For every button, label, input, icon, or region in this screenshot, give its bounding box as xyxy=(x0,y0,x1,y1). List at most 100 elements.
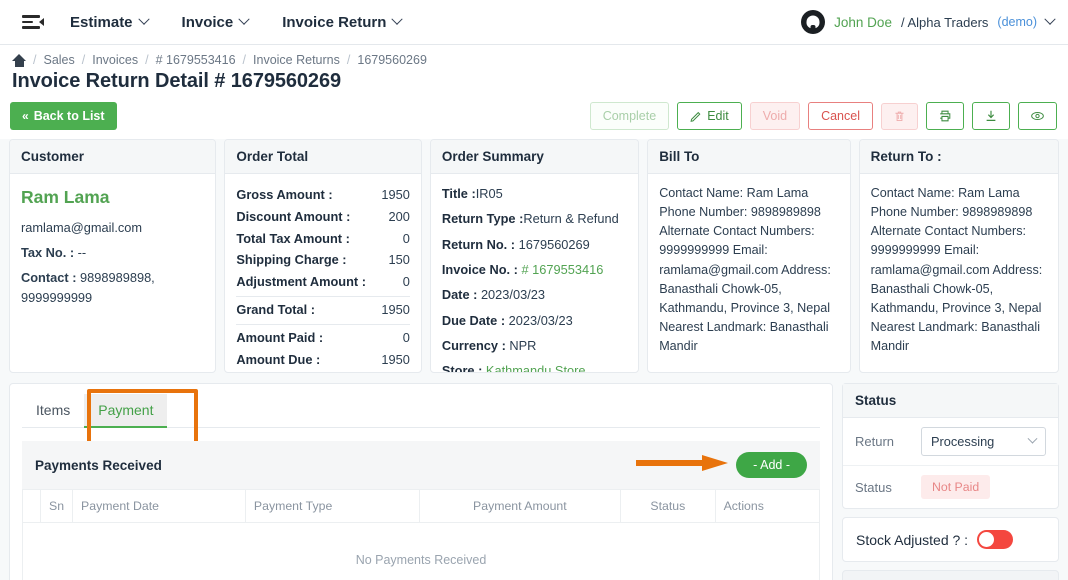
order-summary-card: Order Summary Title :IR05 Return Type :R… xyxy=(429,139,640,373)
chevron-down-icon xyxy=(1027,433,1038,444)
user-menu[interactable]: John Doe / Alpha Traders (demo) xyxy=(801,10,1056,34)
payments-received-title: Payments Received xyxy=(35,457,162,473)
summary-return-no-value: 1679560269 xyxy=(518,236,590,252)
grand-total-label: Grand Total : xyxy=(236,302,316,318)
action-buttons-group: Complete Edit Void Cancel xyxy=(589,102,1057,130)
status-card: Status Return Processing Status Not Paid xyxy=(842,383,1059,509)
nav-menu: Estimate Invoice Invoice Return xyxy=(70,13,404,31)
summary-currency-label: Currency : xyxy=(441,337,510,353)
home-icon[interactable] xyxy=(12,53,26,67)
breadcrumb-separator: / xyxy=(81,53,86,67)
tab-items[interactable]: Items xyxy=(22,394,84,428)
customer-email: ramlama@gmail.com xyxy=(21,220,143,236)
summary-return-type-row: Return Type :Return & Refund xyxy=(442,209,627,229)
customer-contact-label: Contact : xyxy=(21,269,81,285)
page-title: Invoice Return Detail # 1679560269 xyxy=(0,67,1068,102)
cancel-label: Cancel xyxy=(821,109,860,123)
column-payment-amount: Payment Amount xyxy=(418,489,622,523)
summary-store-link[interactable]: Kathmandu Store xyxy=(486,363,586,372)
menu-fold-icon[interactable] xyxy=(22,11,44,33)
customer-contact: Contact : 9898989898, 9999999999 xyxy=(21,268,204,308)
top-navigation-bar: Estimate Invoice Invoice Return John Doe… xyxy=(0,0,1068,45)
column-status: Status xyxy=(620,489,716,523)
breadcrumb-item-invoice-number[interactable]: # 1679553416 xyxy=(156,53,236,67)
status-card-heading: Status xyxy=(843,384,1058,418)
delete-button[interactable] xyxy=(881,102,918,130)
breadcrumb-separator: / xyxy=(242,53,247,67)
add-payment-label: - Add - xyxy=(753,458,790,472)
adjustment-amount-value: 0 xyxy=(402,274,410,290)
summary-due-date-value: 2023/03/23 xyxy=(508,312,573,328)
chevron-down-icon xyxy=(238,13,250,25)
organization-name: / Alpha Traders xyxy=(900,14,989,30)
download-button[interactable] xyxy=(972,102,1010,130)
bill-to-body: Contact Name: Ram Lama Phone Number: 989… xyxy=(648,174,849,372)
back-to-list-label: Back to List xyxy=(33,109,105,123)
summary-store-label: Store : xyxy=(441,363,486,373)
return-status-row: Return Processing xyxy=(843,418,1058,466)
stock-adjusted-toggle[interactable] xyxy=(977,530,1014,549)
action-bar: « Back to List Complete Edit Void Cancel xyxy=(0,102,1068,139)
summary-cards-row: Customer Ram Lama ramlama@gmail.com Tax … xyxy=(0,139,1068,373)
github-avatar-icon xyxy=(801,10,826,34)
amount-paid-value: 0 xyxy=(402,329,410,345)
tab-bar: Items Payment xyxy=(22,389,820,445)
print-icon xyxy=(940,110,951,122)
status-badge: Not Paid xyxy=(921,475,991,499)
summary-invoice-no-label: Invoice No. : xyxy=(441,261,522,277)
gross-amount-label: Gross Amount : xyxy=(236,187,333,202)
return-status-value: Processing xyxy=(931,434,995,449)
payments-received-header: Payments Received - Add - xyxy=(22,441,820,489)
summary-invoice-no-link[interactable]: # 1679553416 xyxy=(521,262,603,277)
grand-total-value: 1950 xyxy=(381,302,410,318)
add-payment-button[interactable]: - Add - xyxy=(736,452,807,478)
void-button[interactable]: Void xyxy=(749,102,801,130)
amount-due-label: Amount Due : xyxy=(236,351,321,367)
cancel-button[interactable]: Cancel xyxy=(808,102,873,130)
tab-payment[interactable]: Payment xyxy=(84,394,168,428)
chevron-down-icon xyxy=(1044,13,1056,25)
print-button[interactable] xyxy=(926,102,964,130)
breadcrumb: / Sales / Invoices / # 1679553416 / Invo… xyxy=(12,53,1054,67)
summary-currency-value: NPR xyxy=(509,337,537,353)
sidebar-next-panel xyxy=(842,570,1059,580)
summary-date-value: 2023/03/23 xyxy=(480,287,545,303)
table-row: Gross Amount : 1950 xyxy=(236,184,409,206)
table-row: Shipping Charge : 150 xyxy=(236,249,409,271)
bill-to-card: Bill To Contact Name: Ram Lama Phone Num… xyxy=(647,139,851,373)
nav-item-estimate[interactable]: Estimate xyxy=(70,14,150,31)
nav-item-invoice-return[interactable]: Invoice Return xyxy=(282,14,404,31)
void-label: Void xyxy=(762,109,788,123)
breadcrumb-item-invoice-returns[interactable]: Invoice Returns xyxy=(253,53,340,67)
bill-to-heading: Bill To xyxy=(648,140,850,174)
back-to-list-button[interactable]: « Back to List xyxy=(10,102,117,130)
nav-item-invoice[interactable]: Invoice xyxy=(181,13,250,31)
table-row: Grand Total : 1950 xyxy=(236,296,410,321)
discount-amount-label: Discount Amount : xyxy=(236,208,351,224)
adjustment-amount-label: Adjustment Amount : xyxy=(236,274,366,290)
summary-due-date-label: Due Date : xyxy=(441,312,509,328)
customer-name: Ram Lama xyxy=(21,187,110,207)
payment-panel: Items Payment Payments Received - Add - xyxy=(9,383,833,580)
customer-tax-no: Tax No. : -- xyxy=(21,243,204,263)
breadcrumb-item-sales[interactable]: Sales xyxy=(43,53,74,67)
complete-button[interactable]: Complete xyxy=(589,102,670,130)
payments-table-head: Sn Payment Date Payment Type Payment Amo… xyxy=(22,489,821,523)
empty-state-message: No Payments Received xyxy=(22,522,820,580)
summary-return-no-label: Return No. : xyxy=(441,236,519,252)
nav-invoice-label: Invoice xyxy=(181,13,234,31)
summary-return-type-label: Return Type : xyxy=(441,211,524,227)
pencil-icon xyxy=(690,111,701,122)
preview-button[interactable] xyxy=(1018,102,1057,130)
tab-items-label: Items xyxy=(36,402,71,418)
edit-button[interactable]: Edit xyxy=(677,102,742,130)
summary-due-date-row: Due Date : 2023/03/23 xyxy=(442,311,627,331)
breadcrumb-item-invoices[interactable]: Invoices xyxy=(92,53,138,67)
lower-section: Items Payment Payments Received - Add - xyxy=(0,373,1068,580)
summary-date-label: Date : xyxy=(441,287,481,303)
breadcrumb-item-current[interactable]: 1679560269 xyxy=(357,53,427,67)
return-status-select[interactable]: Processing xyxy=(921,427,1046,456)
user-name: John Doe xyxy=(834,14,892,30)
return-to-address: Contact Name: Ram Lama Phone Number: 989… xyxy=(870,186,1043,354)
summary-return-no-row: Return No. : 1679560269 xyxy=(442,235,627,255)
